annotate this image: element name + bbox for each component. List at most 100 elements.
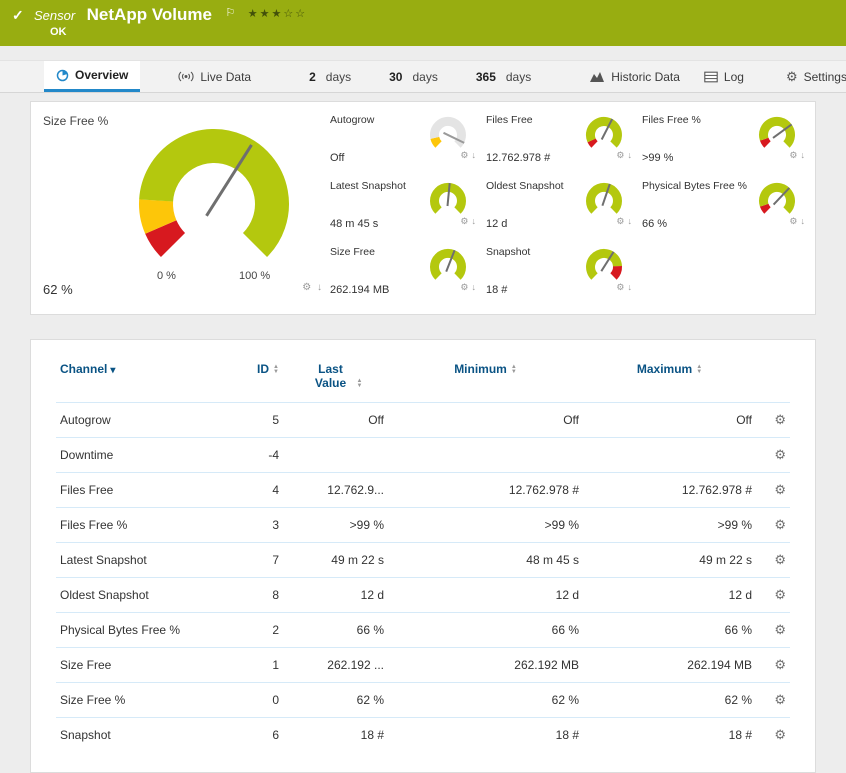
gauge-download-icon[interactable]: ↓: [627, 282, 632, 292]
gauge-settings-icon[interactable]: ⚙: [460, 216, 468, 226]
gauge-settings-icon[interactable]: ⚙: [460, 282, 468, 292]
small-gauge-physical-bytes-free-pct: Physical Bytes Free % 66 % ⚙ ↓: [642, 176, 805, 242]
gauge-settings-icon[interactable]: ⚙: [616, 150, 624, 160]
tab-365-days-unit: days: [505, 69, 532, 84]
tab-live-data[interactable]: Live Data: [166, 61, 263, 92]
col-header-id[interactable]: ID ▲ ▼: [221, 354, 283, 403]
channel-settings-icon[interactable]: ⚙: [774, 622, 786, 637]
sort-icon: ▲ ▼: [510, 363, 517, 375]
channel-minimum: >99 %: [388, 507, 583, 543]
gauge-settings-icon[interactable]: ⚙: [302, 282, 311, 293]
gauge-settings-icon[interactable]: ⚙: [616, 282, 624, 292]
star-filled-icon[interactable]: ★: [260, 8, 272, 20]
gauge-download-icon[interactable]: ↓: [471, 216, 476, 226]
star-rating[interactable]: ★★★☆☆: [248, 4, 307, 21]
tab-365-days[interactable]: 365 days: [464, 61, 543, 92]
gauge-dial: [585, 116, 622, 148]
col-channel-label: Channel: [60, 362, 108, 376]
flag-icon[interactable]: ⚐: [225, 7, 235, 19]
tab-settings[interactable]: ⚙ Settings: [774, 61, 846, 92]
channel-settings-icon[interactable]: ⚙: [774, 447, 786, 462]
channel-name: Autogrow: [56, 402, 221, 438]
main-gauge-dial: [139, 129, 289, 258]
channel-last-value: Off: [283, 402, 388, 438]
channel-minimum: 66 %: [388, 612, 583, 648]
tab-365-days-num: 365: [475, 69, 496, 84]
small-gauge-files-free: Files Free 12.762.978 # ⚙ ↓: [486, 110, 632, 176]
table-row: Size Free 1 262.192 ... 262.192 MB 262.1…: [56, 647, 790, 683]
channel-minimum: 62 %: [388, 682, 583, 718]
col-last-value-label: Last Value: [314, 362, 347, 390]
gauge-download-icon[interactable]: ↓: [471, 150, 476, 160]
tab-30-days-unit: days: [412, 69, 438, 84]
gauge-download-icon[interactable]: ↓: [801, 150, 806, 160]
channel-settings-icon[interactable]: ⚙: [774, 727, 786, 742]
channel-settings-icon[interactable]: ⚙: [774, 517, 786, 532]
channel-minimum: [388, 437, 583, 473]
channel-last-value: 12 d: [283, 577, 388, 613]
channel-last-value: 66 %: [283, 612, 388, 648]
col-header-last-value[interactable]: Last Value ▲ ▼: [283, 354, 388, 403]
channel-settings-icon[interactable]: ⚙: [774, 587, 786, 602]
star-empty-icon[interactable]: ☆: [295, 8, 307, 20]
star-filled-icon[interactable]: ★: [272, 8, 284, 20]
tab-historic-data[interactable]: Historic Data: [577, 61, 692, 92]
tab-settings-label: Settings: [803, 69, 846, 84]
channel-name: Latest Snapshot: [56, 542, 221, 578]
channel-minimum: 48 m 45 s: [388, 542, 583, 578]
gauge-settings-icon[interactable]: ⚙: [460, 150, 468, 160]
channel-id: 0: [221, 682, 283, 718]
col-header-minimum[interactable]: Minimum ▲ ▼: [388, 354, 583, 403]
main-gauge-max-label: 100 %: [239, 270, 271, 282]
tab-2-days[interactable]: 2 days: [297, 61, 363, 92]
star-empty-icon[interactable]: ☆: [283, 8, 295, 20]
sensor-status: OK: [50, 26, 67, 38]
gauge-download-icon[interactable]: ↓: [317, 282, 322, 293]
small-gauge-latest-snapshot: Latest Snapshot 48 m 45 s ⚙ ↓: [330, 176, 476, 242]
gauge-value: >99 %: [641, 152, 674, 164]
small-gauge-oldest-snapshot: Oldest Snapshot 12 d ⚙ ↓: [486, 176, 632, 242]
tab-log[interactable]: Log: [692, 61, 756, 92]
gauge-label: Physical Bytes Free %: [641, 180, 747, 192]
star-filled-icon[interactable]: ★: [248, 8, 260, 20]
gauge-download-icon[interactable]: ↓: [801, 216, 806, 226]
channel-maximum: 62 %: [583, 682, 756, 718]
tab-overview[interactable]: Overview: [44, 61, 141, 92]
channel-last-value: 49 m 22 s: [283, 542, 388, 578]
gauge-download-icon[interactable]: ↓: [627, 150, 632, 160]
main-gauge-value: 62 %: [43, 282, 73, 297]
channel-settings-icon[interactable]: ⚙: [774, 482, 786, 497]
gauge-value: 18 #: [485, 284, 508, 296]
gauge-download-icon[interactable]: ↓: [471, 282, 476, 292]
sort-icon: ▲ ▼: [356, 377, 363, 389]
main-gauge-min-label: 0 %: [157, 270, 176, 282]
sensor-header: ✓ Sensor NetApp Volume ⚐ ★★★☆☆ OK: [0, 0, 846, 46]
gauge-settings-icon[interactable]: ⚙: [616, 216, 624, 226]
channel-maximum: >99 %: [583, 507, 756, 543]
table-row: Autogrow 5 Off Off Off ⚙: [56, 402, 790, 438]
channel-settings-icon[interactable]: ⚙: [774, 552, 786, 567]
col-minimum-label: Minimum: [454, 362, 507, 376]
channel-settings-icon[interactable]: ⚙: [774, 412, 786, 427]
gauge-settings-icon[interactable]: ⚙: [789, 150, 797, 160]
channel-settings-icon[interactable]: ⚙: [774, 657, 786, 672]
channel-name: Size Free: [56, 647, 221, 683]
gauge-download-icon[interactable]: ↓: [627, 216, 632, 226]
gauge-dial: [586, 182, 622, 214]
channel-maximum: 49 m 22 s: [583, 542, 756, 578]
gauge-settings-icon[interactable]: ⚙: [789, 216, 797, 226]
col-header-channel[interactable]: Channel ▾: [56, 354, 221, 403]
sort-icon: ▲ ▼: [696, 363, 703, 375]
channel-maximum: [583, 437, 756, 473]
tab-30-days[interactable]: 30 days: [377, 61, 450, 92]
tab-bar: Overview Live Data 2 days 30 days 365 da…: [0, 60, 846, 93]
gauge-label: Files Free: [485, 114, 533, 126]
channel-last-value: 12.762.9...: [283, 472, 388, 508]
small-gauge-snapshot: Snapshot 18 # ⚙ ↓: [486, 242, 632, 308]
channel-id: 5: [221, 402, 283, 438]
channel-id: 6: [221, 717, 283, 752]
gauges-panel: Size Free % 0 % 100 % 62 % ⚙ ↓ Autogrow …: [30, 101, 816, 315]
col-header-maximum[interactable]: Maximum ▲ ▼: [583, 354, 756, 403]
channel-settings-icon[interactable]: ⚙: [774, 692, 786, 707]
channel-last-value: 62 %: [283, 682, 388, 718]
